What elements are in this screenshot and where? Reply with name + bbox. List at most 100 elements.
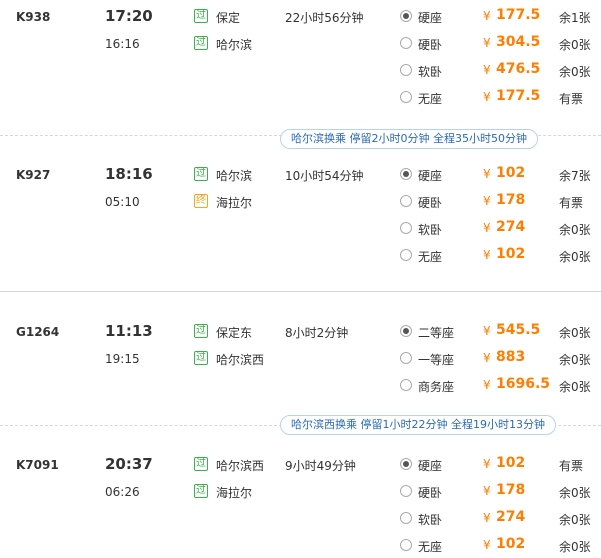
seat-stock: 有票 bbox=[559, 196, 584, 210]
seat-price: 274 bbox=[496, 219, 526, 235]
seat-stock: 余0张 bbox=[559, 250, 591, 264]
seat-row: 06:26 过 海拉尔 硬卧 ¥ 178 余0张 bbox=[0, 481, 601, 503]
travel-duration: 9小时49分钟 bbox=[285, 459, 356, 473]
departure-time: 18:16 bbox=[105, 165, 153, 183]
seat-type: 无座 bbox=[418, 92, 443, 106]
pass-badge-icon: 过 bbox=[194, 457, 208, 471]
train-code[interactable]: G1264 bbox=[16, 325, 59, 339]
travel-duration: 10小时54分钟 bbox=[285, 169, 364, 183]
seat-radio-icon[interactable] bbox=[400, 10, 412, 22]
seat-radio-icon[interactable] bbox=[400, 249, 412, 261]
seat-price: 178 bbox=[496, 482, 526, 498]
seat-radio-icon[interactable] bbox=[400, 512, 412, 524]
seat-row: K7091 20:37 过 哈尔滨西 9小时49分钟 硬座 ¥ 102 有票 bbox=[0, 454, 601, 476]
seat-radio-icon[interactable] bbox=[400, 379, 412, 391]
seat-stock: 余0张 bbox=[559, 513, 591, 527]
seat-price: 177.5 bbox=[496, 7, 541, 23]
currency-symbol: ¥ bbox=[483, 324, 491, 338]
seat-radio-icon[interactable] bbox=[400, 37, 412, 49]
seat-price: 883 bbox=[496, 349, 526, 365]
seat-stock: 有票 bbox=[559, 92, 584, 106]
seat-stock: 余0张 bbox=[559, 38, 591, 52]
train-code[interactable]: K7091 bbox=[16, 458, 59, 472]
arrival-time: 06:26 bbox=[105, 485, 140, 499]
seat-stock: 余0张 bbox=[559, 223, 591, 237]
pass-badge-icon: 过 bbox=[194, 324, 208, 338]
train-code[interactable]: K938 bbox=[16, 10, 50, 24]
seat-stock: 余0张 bbox=[559, 326, 591, 340]
pass-badge-icon: 过 bbox=[194, 484, 208, 498]
seat-stock: 余7张 bbox=[559, 169, 591, 183]
currency-symbol: ¥ bbox=[483, 221, 491, 235]
travel-duration: 22小时56分钟 bbox=[285, 11, 364, 25]
seat-type: 商务座 bbox=[418, 380, 455, 394]
seat-price: 304.5 bbox=[496, 34, 541, 50]
currency-symbol: ¥ bbox=[483, 36, 491, 50]
arrival-time: 05:10 bbox=[105, 195, 140, 209]
arrival-station: 哈尔滨西 bbox=[216, 353, 265, 367]
seat-price: 102 bbox=[496, 455, 526, 471]
arrival-station: 海拉尔 bbox=[216, 486, 253, 500]
route-divider bbox=[0, 291, 601, 292]
departure-station: 哈尔滨 bbox=[216, 169, 253, 183]
departure-station: 保定东 bbox=[216, 326, 253, 340]
pass-badge-icon: 过 bbox=[194, 36, 208, 50]
departure-station: 保定 bbox=[216, 11, 241, 25]
travel-duration: 8小时2分钟 bbox=[285, 326, 349, 340]
seat-stock: 余0张 bbox=[559, 65, 591, 79]
seat-stock: 有票 bbox=[559, 459, 584, 473]
seat-row: 无座 ¥ 102 余0张 bbox=[0, 535, 601, 557]
seat-radio-icon[interactable] bbox=[400, 458, 412, 470]
seat-radio-icon[interactable] bbox=[400, 485, 412, 497]
seat-price: 545.5 bbox=[496, 322, 541, 338]
seat-type: 硬座 bbox=[418, 169, 443, 183]
seat-type: 二等座 bbox=[418, 326, 455, 340]
seat-row: K927 18:16 过 哈尔滨 10小时54分钟 硬座 ¥ 102 余7张 bbox=[0, 164, 601, 186]
transfer-info: 哈尔滨西换乘 停留1小时22分钟 全程19小时13分钟 bbox=[280, 415, 556, 435]
seat-price: 102 bbox=[496, 536, 526, 552]
seat-type: 无座 bbox=[418, 250, 443, 264]
seat-radio-icon[interactable] bbox=[400, 539, 412, 551]
currency-symbol: ¥ bbox=[483, 167, 491, 181]
seat-type: 硬卧 bbox=[418, 486, 443, 500]
seat-row: 无座 ¥ 177.5 有票 bbox=[0, 87, 601, 109]
seat-type: 硬卧 bbox=[418, 38, 443, 52]
seat-row: K938 17:20 过 保定 22小时56分钟 硬座 ¥ 177.5 余1张 bbox=[0, 6, 601, 28]
seat-radio-icon[interactable] bbox=[400, 168, 412, 180]
seat-radio-icon[interactable] bbox=[400, 352, 412, 364]
seat-price: 102 bbox=[496, 165, 526, 181]
train-code[interactable]: K927 bbox=[16, 168, 50, 182]
currency-symbol: ¥ bbox=[483, 194, 491, 208]
arrival-station: 哈尔滨 bbox=[216, 38, 253, 52]
seat-row: 商务座 ¥ 1696.5 余0张 bbox=[0, 375, 601, 397]
seat-stock: 余0张 bbox=[559, 380, 591, 394]
seat-row: 软卧 ¥ 476.5 余0张 bbox=[0, 60, 601, 82]
seat-price: 1696.5 bbox=[496, 376, 551, 392]
seat-type: 硬卧 bbox=[418, 196, 443, 210]
seat-radio-icon[interactable] bbox=[400, 222, 412, 234]
currency-symbol: ¥ bbox=[483, 90, 491, 104]
departure-time: 11:13 bbox=[105, 322, 153, 340]
currency-symbol: ¥ bbox=[483, 248, 491, 262]
seat-price: 102 bbox=[496, 246, 526, 262]
currency-symbol: ¥ bbox=[483, 351, 491, 365]
seat-row: 05:10 终 海拉尔 硬卧 ¥ 178 有票 bbox=[0, 191, 601, 213]
seat-row: 16:16 过 哈尔滨 硬卧 ¥ 304.5 余0张 bbox=[0, 33, 601, 55]
seat-radio-icon[interactable] bbox=[400, 325, 412, 337]
seat-row: 软卧 ¥ 274 余0张 bbox=[0, 508, 601, 530]
seat-row: G1264 11:13 过 保定东 8小时2分钟 二等座 ¥ 545.5 余0张 bbox=[0, 321, 601, 343]
seat-type: 硬座 bbox=[418, 11, 443, 25]
seat-type: 软卧 bbox=[418, 65, 443, 79]
departure-time: 20:37 bbox=[105, 455, 153, 473]
seat-radio-icon[interactable] bbox=[400, 91, 412, 103]
seat-price: 178 bbox=[496, 192, 526, 208]
seat-radio-icon[interactable] bbox=[400, 64, 412, 76]
arrival-time: 16:16 bbox=[105, 37, 140, 51]
seat-price: 274 bbox=[496, 509, 526, 525]
pass-badge-icon: 过 bbox=[194, 167, 208, 181]
seat-price: 177.5 bbox=[496, 88, 541, 104]
seat-type: 软卧 bbox=[418, 513, 443, 527]
seat-radio-icon[interactable] bbox=[400, 195, 412, 207]
seat-type: 一等座 bbox=[418, 353, 455, 367]
currency-symbol: ¥ bbox=[483, 538, 491, 552]
